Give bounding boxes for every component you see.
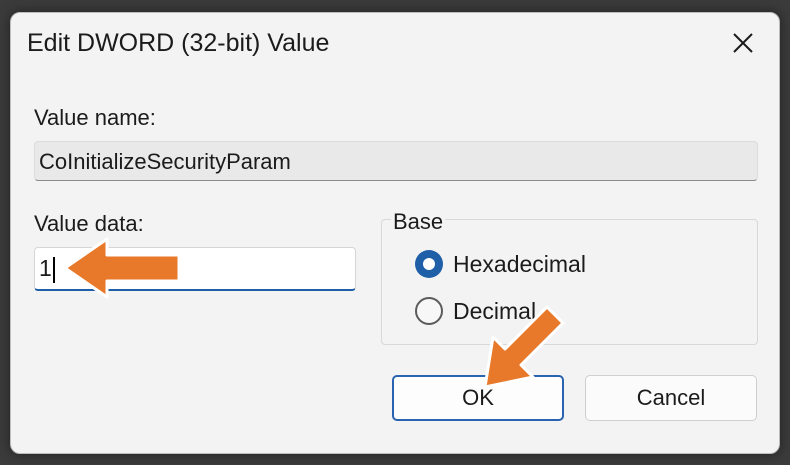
- radio-selected-icon: [415, 250, 443, 278]
- value-data-label: Value data:: [34, 211, 144, 236]
- cancel-button[interactable]: Cancel: [585, 375, 757, 421]
- value-data-text: 1: [39, 255, 52, 281]
- close-button[interactable]: [723, 23, 763, 63]
- dialog-title: Edit DWORD (32-bit) Value: [27, 29, 330, 57]
- radio-hexadecimal[interactable]: Hexadecimal: [415, 250, 586, 278]
- radio-unselected-icon: [415, 297, 443, 325]
- base-group-label: Base: [391, 209, 446, 235]
- ok-button[interactable]: OK: [392, 375, 564, 421]
- radio-hexadecimal-label: Hexadecimal: [453, 250, 586, 277]
- radio-decimal-label: Decimal: [453, 297, 537, 324]
- base-group-box: [381, 219, 758, 345]
- close-icon: [733, 33, 753, 53]
- radio-decimal[interactable]: Decimal: [415, 297, 536, 325]
- text-caret: [52, 256, 55, 283]
- value-name-field[interactable]: CoInitializeSecurityParam: [34, 141, 758, 181]
- edit-dword-dialog: Edit DWORD (32-bit) Value Value name: Co…: [10, 12, 780, 454]
- value-name-label: Value name:: [34, 105, 156, 130]
- value-data-input[interactable]: 1: [34, 247, 356, 291]
